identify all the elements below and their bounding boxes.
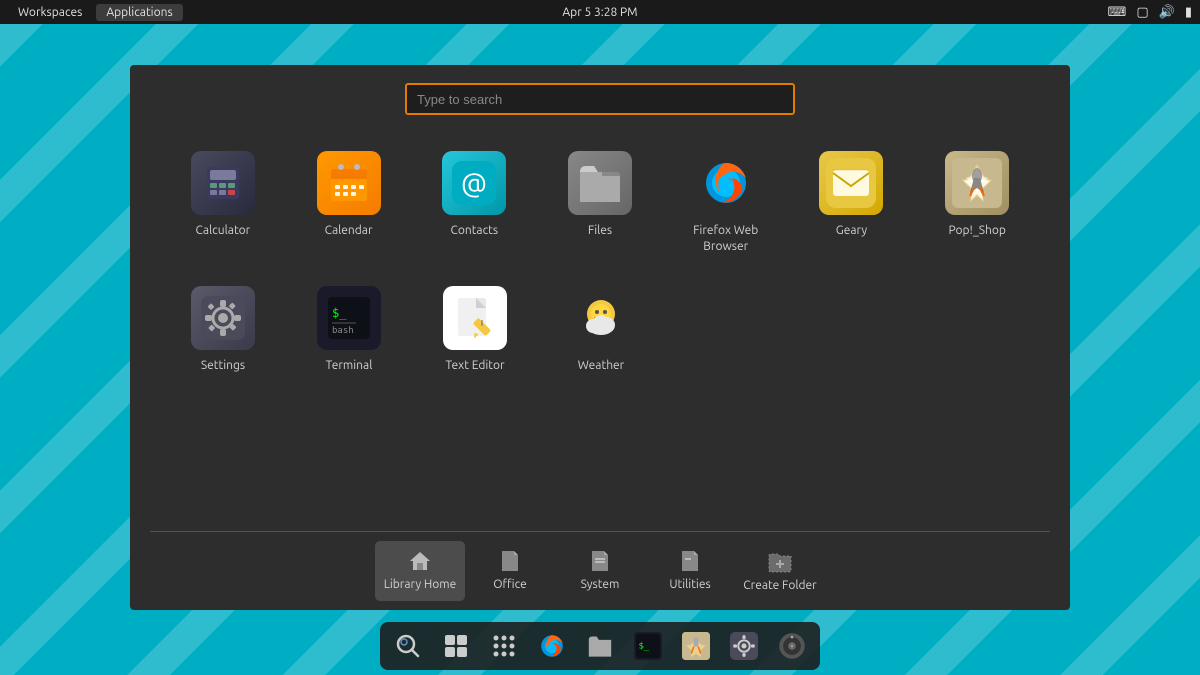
app-weather[interactable]: Weather (538, 270, 664, 390)
weather-label: Weather (578, 358, 624, 374)
contacts-label: Contacts (451, 223, 499, 239)
svg-text:$_: $_ (638, 642, 649, 652)
calculator-label: Calculator (196, 223, 251, 239)
app-contacts[interactable]: @ Contacts (411, 135, 537, 270)
app-settings[interactable]: Settings (160, 270, 286, 390)
window-icon[interactable]: ▢ (1136, 5, 1148, 20)
app-row-0: Calculator (160, 135, 1040, 270)
texteditor-icon-wrap (443, 286, 507, 350)
office-icon (498, 549, 522, 573)
category-create-folder[interactable]: Create Folder (735, 540, 825, 602)
volume-icon[interactable]: 🔊 (1159, 5, 1175, 20)
taskbar-terminal[interactable]: $_ (626, 624, 670, 668)
settings-label: Settings (201, 358, 245, 374)
app-files[interactable]: Files (537, 135, 663, 270)
search-input[interactable] (405, 83, 795, 115)
keyboard-icon[interactable]: ⌨ (1108, 5, 1127, 20)
app-popshop[interactable]: Pop!_Shop (914, 135, 1040, 270)
taskbar-apps-grid[interactable] (482, 624, 526, 668)
taskbar-grid[interactable] (434, 624, 478, 668)
terminal-icon-wrap: $_ bash (317, 286, 381, 350)
category-system[interactable]: System (555, 541, 645, 601)
app-geary[interactable]: Geary (789, 135, 915, 270)
contacts-icon: @ (442, 151, 506, 215)
panel-right: ⌨ ▢ 🔊 ▮ (1108, 5, 1192, 20)
taskbar-search[interactable] (386, 624, 430, 668)
utilities-icon (678, 549, 702, 573)
settings-icon-wrap (191, 286, 255, 350)
calendar-icon (317, 151, 381, 215)
app-calculator[interactable]: Calculator (160, 135, 286, 270)
category-library-home[interactable]: Library Home (375, 541, 465, 601)
category-office[interactable]: Office (465, 541, 555, 601)
system-label: System (581, 577, 620, 593)
office-label: Office (493, 577, 527, 593)
calendar-icon-wrap (317, 151, 381, 215)
svg-text:$_: $_ (332, 306, 347, 320)
utilities-label: Utilities (669, 577, 710, 593)
texteditor-label: Text Editor (445, 358, 504, 374)
app-texteditor[interactable]: Text Editor (412, 270, 538, 390)
panel-datetime: Apr 5 3:28 PM (562, 6, 637, 19)
taskbar-firefox[interactable] (530, 624, 574, 668)
taskbar-media[interactable] (770, 624, 814, 668)
files-label: Files (588, 223, 612, 239)
firefox-icon-wrap (694, 151, 758, 215)
files-icon (568, 151, 632, 215)
library-home-label: Library Home (384, 577, 456, 593)
category-utilities[interactable]: Utilities (645, 541, 735, 601)
calendar-label: Calendar (325, 223, 373, 239)
taskbar-files[interactable] (578, 624, 622, 668)
contacts-icon-wrap: @ (442, 151, 506, 215)
top-panel: Workspaces Applications Apr 5 3:28 PM ⌨ … (0, 0, 1200, 24)
search-bar-wrap (130, 65, 1070, 125)
create-folder-label: Create Folder (743, 578, 816, 594)
home-icon (408, 549, 432, 573)
calculator-icon (191, 151, 255, 215)
files-icon-wrap (568, 151, 632, 215)
svg-text:@: @ (461, 168, 487, 199)
taskbar-settings[interactable] (722, 624, 766, 668)
popshop-label: Pop!_Shop (948, 223, 1005, 239)
create-folder-icon (767, 548, 793, 574)
taskbar-popshop[interactable] (674, 624, 718, 668)
applications-button[interactable]: Applications (96, 4, 182, 21)
firefox-label: Firefox Web Browser (673, 223, 779, 254)
popshop-icon-wrap (945, 151, 1009, 215)
weather-icon (569, 286, 633, 350)
app-launcher: Calculator (130, 65, 1070, 610)
app-row-1: Settings $_ bash Terminal (160, 270, 1040, 390)
svg-text:bash: bash (332, 326, 354, 336)
geary-label: Geary (836, 223, 867, 239)
app-calendar[interactable]: Calendar (286, 135, 412, 270)
popshop-icon (945, 151, 1009, 215)
geary-icon-wrap (819, 151, 883, 215)
settings-icon (191, 286, 255, 350)
geary-icon (819, 151, 883, 215)
terminal-icon: $_ bash (317, 286, 381, 350)
panel-left: Workspaces Applications (8, 4, 183, 21)
battery-icon[interactable]: ▮ (1185, 5, 1192, 20)
app-terminal[interactable]: $_ bash Terminal (286, 270, 412, 390)
taskbar: $_ (380, 622, 820, 670)
firefox-icon (694, 151, 758, 215)
calculator-icon-wrap (191, 151, 255, 215)
terminal-label: Terminal (326, 358, 373, 374)
system-icon (588, 549, 612, 573)
app-grid: Calculator (130, 125, 1070, 531)
weather-icon-wrap (569, 286, 633, 350)
app-firefox[interactable]: Firefox Web Browser (663, 135, 789, 270)
workspaces-button[interactable]: Workspaces (8, 4, 92, 21)
texteditor-icon (443, 286, 507, 350)
category-bar: Library Home Office System Utilities (355, 532, 845, 610)
